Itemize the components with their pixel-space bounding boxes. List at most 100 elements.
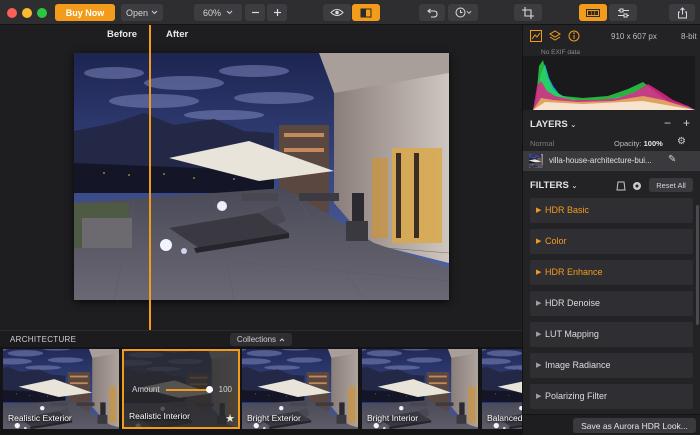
filter-name: HDR Basic xyxy=(545,205,590,215)
layer-thumbnail xyxy=(529,154,543,168)
layers-title: LAYERS xyxy=(530,119,568,130)
presets-panel-icon xyxy=(586,8,600,17)
layer-name: villa-house-architecture-bui... xyxy=(549,156,652,165)
filter-item[interactable]: ▶ Polarizing Filter xyxy=(530,384,693,409)
save-bar: Save as Aurora HDR Look... xyxy=(523,414,700,435)
collections-button[interactable]: Collections xyxy=(230,333,292,346)
layer-settings-button[interactable]: ⚙ xyxy=(677,136,686,147)
bit-depth: 8-bit xyxy=(681,32,697,41)
filter-item[interactable]: ▶ HDR Basic xyxy=(530,198,693,223)
blend-mode-select[interactable]: Normal xyxy=(530,139,554,148)
presets-panel-toggle[interactable] xyxy=(579,4,607,21)
chevron-down-icon xyxy=(466,10,471,15)
histogram xyxy=(523,56,695,110)
preset-label: Realistic Exterior xyxy=(8,413,72,423)
save-look-button[interactable]: Save as Aurora HDR Look... xyxy=(573,418,696,433)
preset-label: Bright Exterior xyxy=(247,413,301,423)
compare-split-handle[interactable] xyxy=(149,25,151,330)
filter-name: Color xyxy=(545,236,567,246)
remove-layer-button[interactable]: − xyxy=(664,116,671,130)
opacity-value: 100% xyxy=(643,139,663,148)
preset-label: Balanced I xyxy=(487,413,522,423)
mask-icon[interactable] xyxy=(616,181,626,191)
preset-thumbnail-selected[interactable]: Amount 100 Realistic Interior ★ xyxy=(122,349,240,429)
close-window-button[interactable] xyxy=(7,8,17,18)
zoom-window-button[interactable] xyxy=(37,8,47,18)
crop-icon xyxy=(522,6,534,19)
amount-slider[interactable] xyxy=(165,385,213,393)
filter-name: Polarizing Filter xyxy=(545,391,608,401)
minimize-window-button[interactable] xyxy=(22,8,32,18)
layers-section-title[interactable]: LAYERS ⌄ xyxy=(530,119,700,130)
caret-right-icon: ▶ xyxy=(536,300,542,307)
filter-name: Image Radiance xyxy=(545,360,611,370)
undo-button[interactable] xyxy=(419,4,445,21)
chevron-down-icon xyxy=(151,10,158,15)
filters-scrollbar[interactable] xyxy=(696,205,699,325)
adjustments-icon xyxy=(617,8,629,17)
compare-view-button[interactable] xyxy=(352,4,380,21)
caret-right-icon: ▶ xyxy=(536,393,542,400)
preset-amount: Amount 100 xyxy=(132,385,232,394)
opacity-control[interactable]: Opacity: 100% xyxy=(614,139,663,148)
filter-settings-icon[interactable] xyxy=(632,181,642,191)
side-panel: 910 x 607 px 8-bit No EXIF data LAYERS ⌄… xyxy=(522,25,700,435)
zoom-select[interactable]: 60% xyxy=(194,4,242,21)
filter-item[interactable]: ▶ Color xyxy=(530,229,693,254)
filter-item[interactable]: ▶ HDR Denoise xyxy=(530,291,693,316)
zoom-out-button[interactable] xyxy=(245,4,265,21)
chevron-up-icon xyxy=(279,337,285,341)
star-icon[interactable]: ★ xyxy=(225,412,235,425)
open-button[interactable]: Open xyxy=(121,4,163,21)
exif-info: No EXIF data xyxy=(541,49,581,56)
filters-title: FILTERS xyxy=(530,180,569,191)
buy-now-label: Buy Now xyxy=(65,7,105,18)
filter-name: HDR Denoise xyxy=(545,298,601,308)
undo-icon xyxy=(427,8,438,18)
preview-toggle-button[interactable] xyxy=(323,4,351,21)
preset-label: Realistic Interior xyxy=(129,411,190,421)
preset-label: Bright Interior xyxy=(367,413,419,423)
info-tab-icon[interactable] xyxy=(568,30,580,42)
layer-item[interactable]: villa-house-architecture-bui... ✎ xyxy=(523,151,700,171)
chevron-down-icon: ⌄ xyxy=(571,183,578,190)
amount-value: 100 xyxy=(218,385,232,394)
histogram-tab-icon[interactable] xyxy=(530,30,542,42)
share-icon xyxy=(677,6,687,18)
caret-right-icon: ▶ xyxy=(536,269,542,276)
history-button[interactable] xyxy=(448,4,478,21)
clock-icon xyxy=(455,7,465,18)
reset-all-button[interactable]: Reset All xyxy=(649,178,693,192)
brush-icon[interactable]: ✎ xyxy=(668,154,676,165)
presets-strip: Realistic Exterior Amount 100 Realistic … xyxy=(0,347,522,435)
layers-tab-icon[interactable] xyxy=(549,30,561,42)
caret-right-icon: ▶ xyxy=(536,207,542,214)
image-dimensions: 910 x 607 px xyxy=(611,32,657,41)
open-label: Open xyxy=(125,7,149,18)
minus-icon xyxy=(251,11,259,14)
amount-slider-knob[interactable] xyxy=(205,385,213,393)
preset-thumbnail[interactable]: Realistic Exterior xyxy=(3,349,119,429)
filter-name: HDR Enhance xyxy=(545,267,603,277)
before-label: Before xyxy=(107,29,138,40)
buy-now-button[interactable]: Buy Now xyxy=(55,4,115,21)
crop-button[interactable] xyxy=(514,4,542,21)
filter-item[interactable]: ▶ LUT Mapping xyxy=(530,322,693,347)
zoom-in-button[interactable] xyxy=(267,4,287,21)
preset-thumbnail[interactable]: Bright Exterior xyxy=(242,349,358,429)
presets-header: ARCHITECTURE Collections xyxy=(0,330,522,347)
filter-item[interactable]: ▶ HDR Enhance xyxy=(530,260,693,285)
chevron-down-icon: ⌄ xyxy=(570,122,577,129)
amount-label: Amount xyxy=(132,385,160,394)
adjustments-panel-toggle[interactable] xyxy=(609,4,637,21)
caret-right-icon: ▶ xyxy=(536,362,542,369)
eye-icon xyxy=(330,9,344,16)
share-button[interactable] xyxy=(669,4,695,21)
compare-icon xyxy=(360,8,372,17)
zoom-value: 60% xyxy=(202,7,221,18)
add-layer-button[interactable]: + xyxy=(683,116,690,130)
filter-item[interactable]: ▶ Image Radiance xyxy=(530,353,693,378)
photo-preview[interactable] xyxy=(74,53,449,300)
preset-thumbnail[interactable]: Bright Interior xyxy=(362,349,478,429)
preset-thumbnail[interactable]: Balanced I xyxy=(482,349,522,429)
